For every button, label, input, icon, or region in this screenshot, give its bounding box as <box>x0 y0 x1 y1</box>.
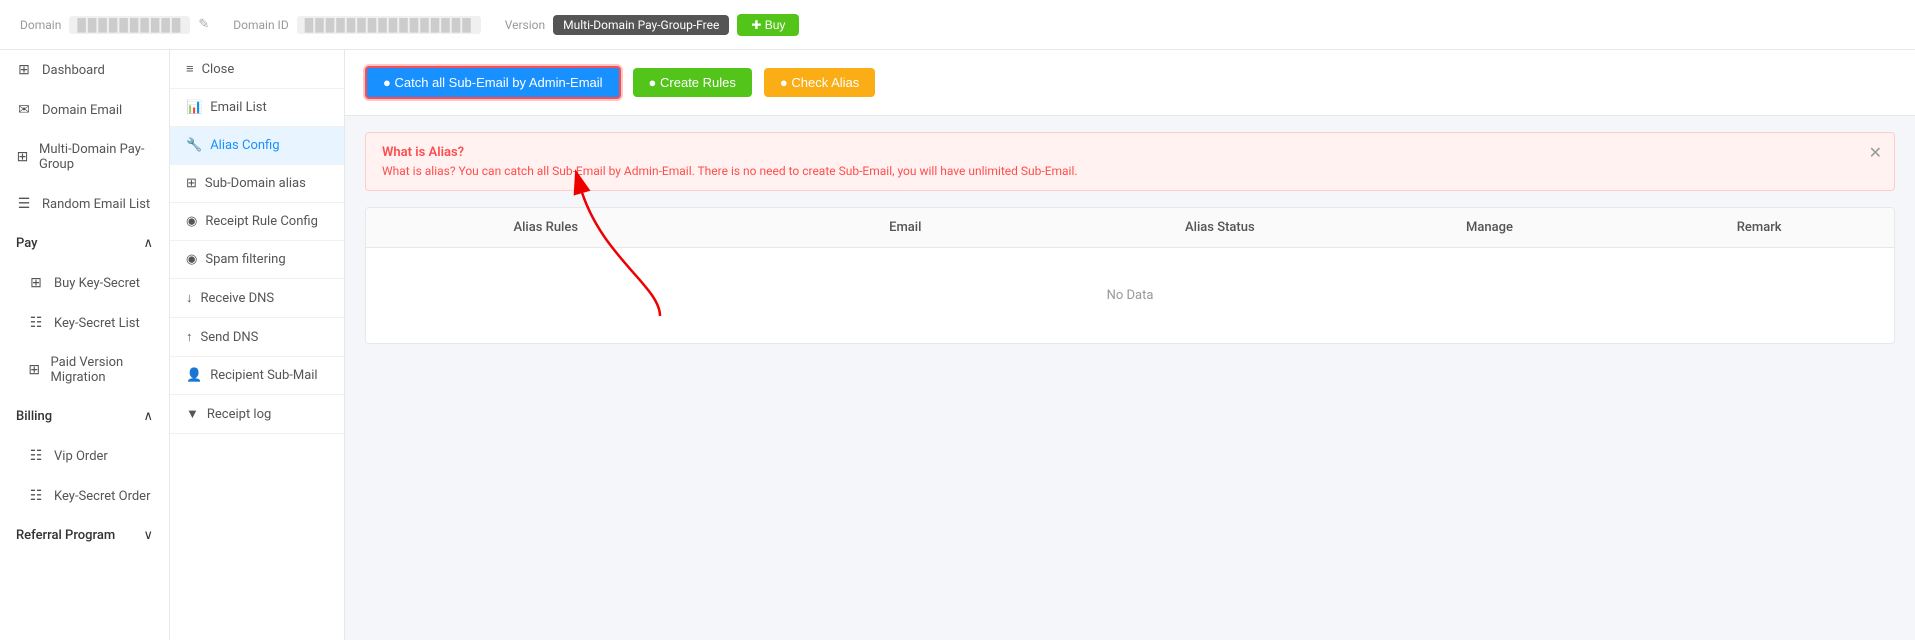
table-empty-message: No Data <box>366 248 1894 343</box>
sidebar-section-billing[interactable]: Billing ∧ <box>0 397 169 436</box>
send-dns-icon: ↑ <box>186 329 193 345</box>
edit-icon[interactable]: ✎ <box>198 17 209 32</box>
secondary-item-sub-domain-alias[interactable]: ⊞ Sub-Domain alias <box>170 165 344 203</box>
buy-key-icon: ⊞ <box>28 275 44 291</box>
secondary-item-recipient-sub-mail[interactable]: 👤 Recipient Sub-Mail <box>170 357 344 395</box>
secondary-item-close[interactable]: ≡ Close <box>170 50 344 89</box>
secondary-item-receipt-log[interactable]: ▼ Receipt log <box>170 395 344 434</box>
main-layout: ⊞ Dashboard ✉ Domain Email ⊞ Multi-Domai… <box>0 50 1915 640</box>
secondary-item-label: Recipient Sub-Mail <box>210 368 317 383</box>
chevron-up-icon: ∧ <box>143 409 153 424</box>
secondary-item-label: Alias Config <box>210 138 279 153</box>
sidebar-item-label: Vip Order <box>54 449 108 464</box>
info-box-description: What is alias? You can catch all Sub-Ema… <box>382 164 1878 178</box>
sidebar-section-referral[interactable]: Referral Program ∨ <box>0 516 169 555</box>
sub-domain-icon: ⊞ <box>186 176 197 191</box>
bar-chart-icon: 📊 <box>186 100 202 115</box>
sidebar-item-dashboard[interactable]: ⊞ Dashboard <box>0 50 169 90</box>
secondary-sidebar: ≡ Close 📊 Email List 🔧 Alias Config ⊞ Su… <box>170 50 345 640</box>
sidebar-item-label: Paid Version Migration <box>51 355 153 385</box>
secondary-item-label: Close <box>202 62 235 77</box>
secondary-item-receipt-rule-config[interactable]: ◉ Receipt Rule Config <box>170 203 344 241</box>
col-remark: Remark <box>1624 208 1894 247</box>
sidebar-item-label: Multi-Domain Pay-Group <box>39 142 153 172</box>
secondary-item-send-dns[interactable]: ↑ Send DNS <box>170 318 344 357</box>
sidebar-item-label: Random Email List <box>42 197 150 212</box>
migration-icon: ⊞ <box>28 362 41 378</box>
col-alias-status: Alias Status <box>1085 208 1355 247</box>
version-badge: Multi-Domain Pay-Group-Free <box>553 15 729 35</box>
vip-order-icon: ☷ <box>28 448 44 464</box>
recipient-sub-mail-icon: 👤 <box>186 368 202 383</box>
domain-id-section: Domain ID ████████████████ <box>233 16 480 34</box>
sidebar-item-label: Key-Secret Order <box>54 489 150 504</box>
sidebar-section-pay[interactable]: Pay ∧ <box>0 224 169 263</box>
billing-label: Billing <box>16 409 52 424</box>
secondary-item-label: Sub-Domain alias <box>205 176 306 191</box>
alias-config-icon: 🔧 <box>186 138 202 153</box>
buy-button[interactable]: ✚ Buy <box>737 14 799 36</box>
multi-domain-icon: ⊞ <box>16 149 29 165</box>
col-email: Email <box>726 208 1086 247</box>
mail-icon: ✉ <box>16 102 32 118</box>
key-secret-list-icon: ☷ <box>28 315 44 331</box>
sidebar-item-random-email[interactable]: ☰ Random Email List <box>0 184 169 224</box>
create-rules-button[interactable]: ● Create Rules <box>633 68 752 97</box>
sidebar-item-domain-email[interactable]: ✉ Domain Email <box>0 90 169 130</box>
check-alias-button[interactable]: ● Check Alias <box>764 68 875 97</box>
domain-value: ██████████ <box>69 16 190 34</box>
col-alias-rules: Alias Rules <box>366 208 726 247</box>
key-secret-order-icon: ☷ <box>28 488 44 504</box>
table-header: Alias Rules Email Alias Status Manage Re… <box>366 208 1894 248</box>
domain-id-label: Domain ID <box>233 18 288 32</box>
sidebar-item-label: Domain Email <box>42 103 122 118</box>
catch-all-button[interactable]: ● Catch all Sub-Email by Admin-Email <box>365 66 621 99</box>
secondary-item-label: Email List <box>210 100 267 115</box>
domain-section: Domain ██████████ ✎ <box>20 16 209 34</box>
version-label: Version <box>505 18 545 32</box>
info-box: What is Alias? What is alias? You can ca… <box>365 132 1895 191</box>
pay-label: Pay <box>16 236 38 251</box>
secondary-item-label: Receipt log <box>207 407 271 422</box>
secondary-item-email-list[interactable]: 📊 Email List <box>170 89 344 127</box>
receive-dns-icon: ↓ <box>186 290 193 306</box>
secondary-item-spam-filtering[interactable]: ◉ Spam filtering <box>170 241 344 279</box>
content-area: ≡ Close 📊 Email List 🔧 Alias Config ⊞ Su… <box>170 50 1915 640</box>
secondary-item-label: Receive DNS <box>201 291 275 306</box>
sidebar-item-key-secret-order[interactable]: ☷ Key-Secret Order <box>0 476 169 516</box>
secondary-item-label: Receipt Rule Config <box>205 214 318 229</box>
main-content: ● Catch all Sub-Email by Admin-Email ● C… <box>345 50 1915 640</box>
sidebar: ⊞ Dashboard ✉ Domain Email ⊞ Multi-Domai… <box>0 50 170 640</box>
sidebar-item-multi-domain[interactable]: ⊞ Multi-Domain Pay-Group <box>0 130 169 184</box>
sidebar-item-label: Dashboard <box>42 63 105 78</box>
chevron-up-icon: ∧ <box>143 236 153 251</box>
sidebar-item-key-secret-list[interactable]: ☷ Key-Secret List <box>0 303 169 343</box>
info-box-title: What is Alias? <box>382 145 1878 160</box>
close-icon: ≡ <box>186 61 194 77</box>
toolbar: ● Catch all Sub-Email by Admin-Email ● C… <box>345 50 1915 116</box>
domain-id-value: ████████████████ <box>297 16 481 34</box>
secondary-item-alias-config[interactable]: 🔧 Alias Config <box>170 127 344 165</box>
data-table: Alias Rules Email Alias Status Manage Re… <box>365 207 1895 344</box>
sidebar-item-vip-order[interactable]: ☷ Vip Order <box>0 436 169 476</box>
spam-filter-icon: ◉ <box>186 252 197 267</box>
receipt-log-icon: ▼ <box>186 406 199 422</box>
dashboard-icon: ⊞ <box>16 62 32 78</box>
sidebar-item-label: Buy Key-Secret <box>54 276 140 291</box>
version-section: Version Multi-Domain Pay-Group-Free ✚ Bu… <box>505 14 800 36</box>
top-header: Domain ██████████ ✎ Domain ID ██████████… <box>0 0 1915 50</box>
secondary-item-receive-dns[interactable]: ↓ Receive DNS <box>170 279 344 318</box>
receipt-rule-icon: ◉ <box>186 214 197 229</box>
sidebar-item-paid-version-migration[interactable]: ⊞ Paid Version Migration <box>0 343 169 397</box>
secondary-item-label: Spam filtering <box>205 252 285 267</box>
chevron-down-icon: ∨ <box>143 528 153 543</box>
sidebar-item-label: Key-Secret List <box>54 316 140 331</box>
close-info-button[interactable]: ✕ <box>1869 143 1882 162</box>
domain-label: Domain <box>20 18 61 32</box>
col-manage: Manage <box>1355 208 1625 247</box>
referral-label: Referral Program <box>16 528 115 543</box>
sidebar-item-buy-key-secret[interactable]: ⊞ Buy Key-Secret <box>0 263 169 303</box>
random-email-icon: ☰ <box>16 196 32 212</box>
secondary-item-label: Send DNS <box>201 330 259 345</box>
